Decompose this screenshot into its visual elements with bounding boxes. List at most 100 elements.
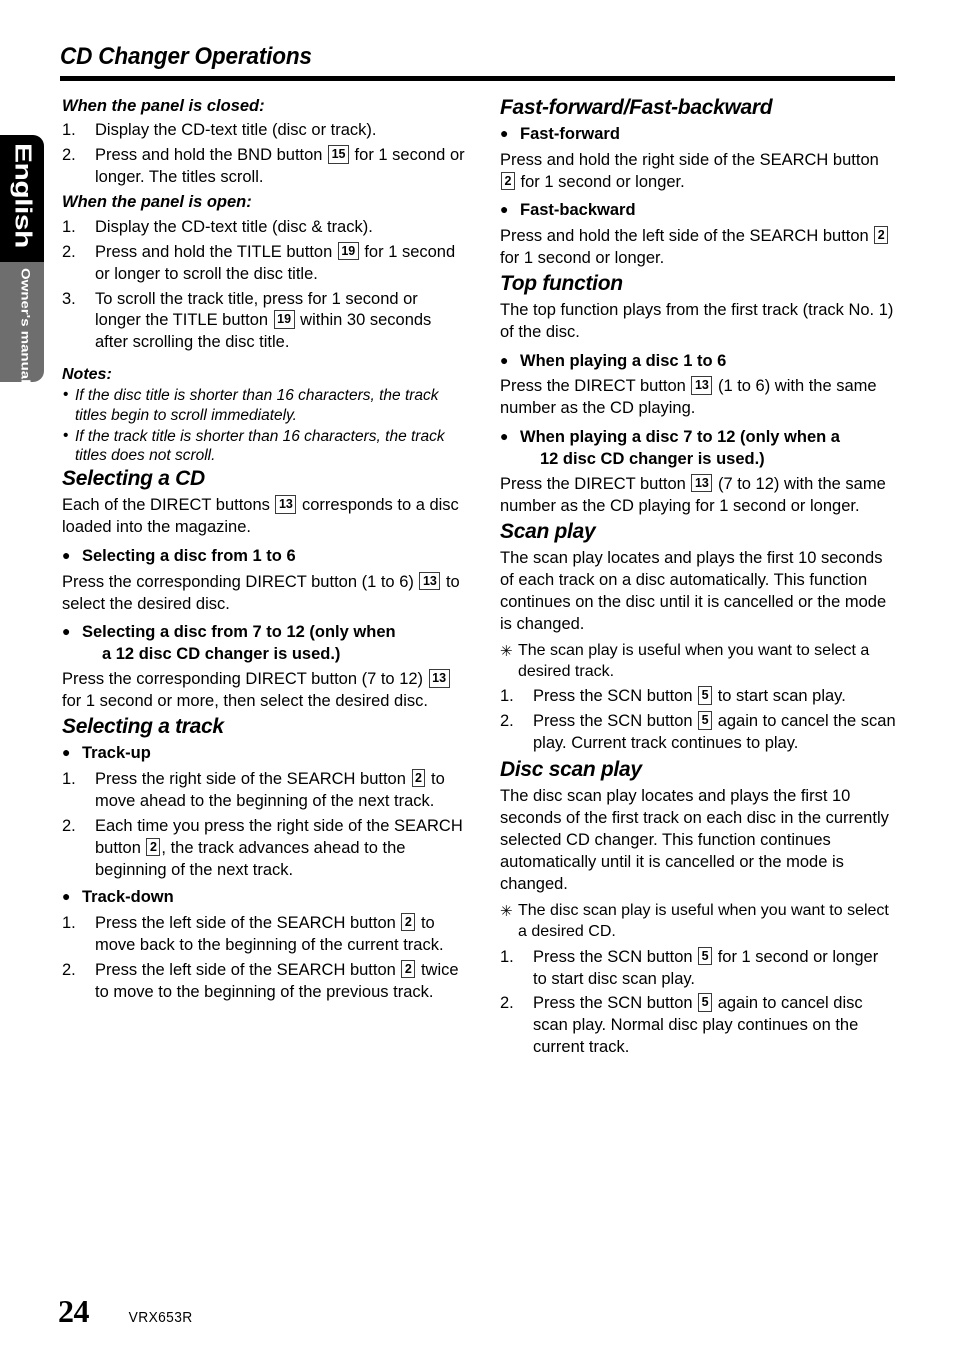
list-item: 2. Press the SCN button 5 again to cancel… [500, 993, 896, 1059]
key-reference-box: 13 [691, 376, 713, 395]
paragraph-selecting-disc-7-12: Press the corresponding DIRECT button (7… [62, 669, 466, 713]
heading-selecting-a-track: Selecting a track [62, 715, 224, 739]
asterisk-icon: ✳ [500, 642, 513, 660]
key-reference-box: 2 [401, 959, 416, 979]
filled-circle-bullet-icon: ● [500, 201, 509, 218]
page-number: 24 [58, 1293, 90, 1329]
list-item: 1. Press the left side of the SEARCH butt… [62, 912, 466, 957]
filled-circle-bullet-icon: ● [500, 351, 509, 368]
filled-circle-bullet-icon: ● [62, 888, 71, 905]
list-track-down: 1. Press the left side of the SEARCH butt… [62, 912, 466, 1004]
bullet-selecting-disc-7-12: ● Selecting a disc from 7 to 12 (only whe… [62, 622, 466, 665]
bullet-label-line2: 12 disc CD changer is used.) [540, 449, 765, 468]
list-item: 2. Press and hold the TITLE button 19 for… [62, 241, 466, 286]
bullet-label: When playing a disc 1 to 6 [520, 351, 727, 370]
list-track-up: 1. Press the right side of the SEARCH but… [62, 768, 466, 882]
list-number: 1. [62, 121, 76, 140]
heading-panel-closed: When the panel is closed: [62, 97, 265, 115]
manual-page: English Owner's manual CD Changer Operat… [0, 0, 954, 1352]
list-number: 1. [62, 217, 76, 236]
note-text: If the track title is shorter than 16 ch… [75, 427, 445, 465]
paragraph-selecting-cd-intro: Each of the DIRECT buttons 13 correspond… [62, 495, 466, 539]
list-text: Display the CD-text title (disc or track… [95, 121, 377, 140]
text: Press the corresponding DIRECT button (7… [62, 670, 428, 689]
heading-fast-forward-backward: Fast-forward/Fast-backward [500, 96, 773, 119]
asterisk-icon: ✳ [500, 902, 513, 920]
note-bullet-icon: • [63, 426, 69, 444]
list-number: 1. [62, 913, 76, 932]
paragraph-top-function-intro: The top function plays from the first tr… [500, 300, 894, 341]
key-reference-box: 2 [401, 912, 416, 932]
filled-circle-bullet-icon: ● [62, 623, 71, 640]
list-disc-scan-play: 1. Press the SCN button 5 for 1 second or… [500, 946, 896, 1060]
paragraph-playing-disc-1-6: Press the DIRECT button 13 (1 to 6) with… [500, 376, 896, 420]
list-number: 2. [500, 994, 514, 1013]
notes-list: • If the disc title is shorter than 16 ch… [62, 386, 466, 466]
paragraph-playing-disc-7-12: Press the DIRECT button 13 (7 to 12) wit… [500, 473, 896, 518]
note-item: • If the track title is shorter than 16 c… [62, 427, 466, 466]
manual-type-tab-label: Owner's manual [18, 268, 32, 384]
notes-title: Notes: [62, 366, 112, 384]
text: Each of the DIRECT buttons [62, 496, 275, 515]
paragraph-fast-forward: Press and hold the right side of the SEA… [500, 150, 896, 194]
list-number: 1. [500, 687, 514, 706]
list-scan-play: 1. Press the SCN button 5 to start scan p… [500, 686, 896, 755]
note-bullet-icon: • [63, 386, 69, 404]
list-item: 2. Press the left side of the SEARCH butt… [62, 959, 466, 1004]
paragraph-scan-play-intro: The scan play locates and plays the firs… [500, 548, 887, 633]
key-reference-box: 5 [698, 946, 713, 966]
right-column: Fast-forward/Fast-backward ● Fast-forward… [500, 96, 896, 1062]
list-number: 2. [62, 146, 76, 165]
scan-play-star-note: ✳ The scan play is useful when you want t… [500, 641, 896, 683]
key-reference-box: 2 [411, 768, 426, 788]
bullet-playing-disc-1-6: ● When playing a disc 1 to 6 [500, 351, 896, 372]
key-reference-box: 19 [273, 310, 295, 329]
list-text: Display the CD-text title (disc & track)… [95, 217, 373, 236]
list-item: 2. Press the SCN button 5 again to cancel… [500, 711, 896, 755]
text: Press the DIRECT button [500, 474, 691, 493]
model-number: VRX653R [128, 1310, 193, 1326]
bullet-playing-disc-7-12: ● When playing a disc 7 to 12 (only when … [500, 427, 896, 470]
heading-scan-play: Scan play [500, 519, 596, 543]
header-rule [60, 76, 895, 82]
bullet-label: Fast-forward [520, 125, 620, 144]
list-number: 1. [500, 947, 514, 966]
bullet-label: When playing a disc 7 to 12 (only when a [520, 428, 840, 447]
bullet-fast-forward: ● Fast-forward [500, 124, 896, 145]
bullet-label: Track-up [82, 744, 151, 763]
key-reference-box: 19 [337, 241, 359, 261]
left-column: When the panel is closed: 1. Display the … [62, 96, 466, 1007]
list-item: 1. Press the right side of the SEARCH but… [62, 768, 466, 813]
key-reference-box: 2 [501, 171, 515, 191]
list-item: 3. To scroll the track title, press for 1… [62, 289, 466, 355]
list-item: 2. Each time you press the right side of … [62, 816, 466, 882]
text: Press and hold the right side of the SEA… [500, 150, 879, 169]
list-number: 2. [62, 816, 76, 835]
list-item: 1. Display the CD-text title (disc & trac… [62, 217, 466, 239]
bullet-selecting-disc-1-6: ● Selecting a disc from 1 to 6 [62, 546, 466, 567]
star-note-item: ✳ The disc scan play is useful when you w… [500, 901, 896, 943]
key-reference-box: 5 [698, 686, 713, 705]
paragraph-disc-scan-play-intro: The disc scan play locates and plays the… [500, 787, 889, 894]
star-note-text: The disc scan play is useful when you wa… [518, 901, 889, 940]
list-item: 2. Press and hold the BND button 15 for 1… [62, 145, 466, 189]
page-title: CD Changer Operations [60, 43, 312, 70]
list-item: 1. Display the CD-text title (disc or tra… [62, 120, 466, 142]
language-tab-label: English [10, 143, 36, 248]
list-text: to start scan play. [713, 687, 846, 706]
page-footer: 24 VRX653R [58, 1293, 194, 1330]
list-number: 1. [62, 769, 76, 788]
filled-circle-bullet-icon: ● [500, 125, 509, 142]
list-text: Press the SCN button [533, 687, 698, 706]
bullet-label: Selecting a disc from 7 to 12 (only when [82, 623, 396, 642]
text: Press the DIRECT button [500, 377, 691, 396]
paragraph-fast-backward: Press and hold the left side of the SEAR… [500, 225, 896, 270]
list-text: Press and hold the BND button [95, 146, 328, 165]
key-reference-box: 13 [419, 571, 441, 591]
filled-circle-bullet-icon: ● [500, 428, 509, 445]
star-note-item: ✳ The scan play is useful when you want t… [500, 641, 896, 683]
list-number: 3. [62, 289, 76, 308]
list-text: Press the SCN button [533, 712, 698, 731]
text: Press and hold the left side of the SEAR… [500, 226, 874, 245]
heading-disc-scan-play: Disc scan play [500, 758, 642, 782]
